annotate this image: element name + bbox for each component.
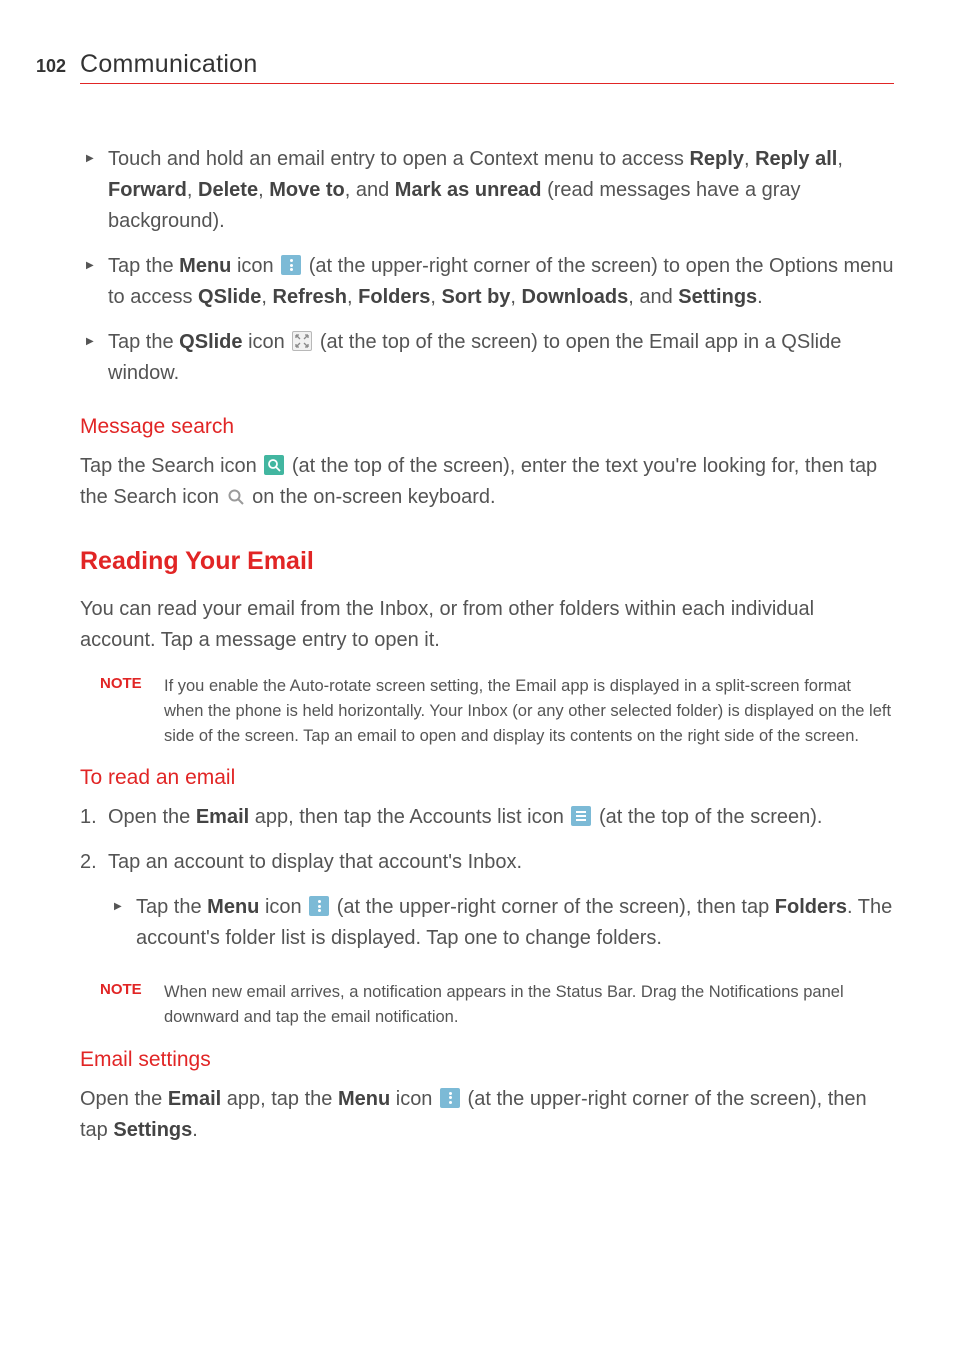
note-block: NOTE If you enable the Auto-rotate scree… xyxy=(100,674,894,748)
text: Tap an account to display that account's… xyxy=(108,851,522,873)
paragraph: Open the Email app, tap the Menu icon (a… xyxy=(80,1084,894,1146)
text: . xyxy=(757,286,763,308)
text: icon xyxy=(231,255,279,277)
bullet-item: Touch and hold an email entry to open a … xyxy=(80,144,894,237)
text: icon xyxy=(243,331,291,353)
steps-list: Open the Email app, then tap the Account… xyxy=(80,802,894,954)
text: , xyxy=(187,179,198,201)
text: . xyxy=(192,1119,198,1141)
page-number: 102 xyxy=(36,56,80,77)
bold: QSlide xyxy=(179,331,242,353)
paragraph: You can read your email from the Inbox, … xyxy=(80,594,894,656)
text: Touch and hold an email entry to open a … xyxy=(108,148,689,170)
bold: Reply all xyxy=(755,148,837,170)
text: , xyxy=(261,286,272,308)
bold: Folders xyxy=(775,896,847,918)
text: (at the upper-right corner of the screen… xyxy=(331,896,775,918)
text: Tap the Search icon xyxy=(80,455,262,477)
text: app, then tap the Accounts list icon xyxy=(249,806,569,828)
search-icon xyxy=(264,455,284,475)
text: icon xyxy=(390,1088,438,1110)
bullet-item: Tap the Menu icon (at the upper-right co… xyxy=(80,251,894,313)
bold: Forward xyxy=(108,179,187,201)
chapter-title: Communication xyxy=(80,50,258,79)
bullet-item: Tap the QSlide icon (at the top of the s… xyxy=(80,327,894,389)
sub-bullet-list: Tap the Menu icon (at the upper-right co… xyxy=(108,892,894,954)
menu-icon xyxy=(309,896,329,916)
bold: Sort by xyxy=(442,286,511,308)
text: , xyxy=(744,148,755,170)
text: , and xyxy=(628,286,678,308)
bold: Menu xyxy=(338,1088,390,1110)
bold: Downloads xyxy=(522,286,629,308)
heading-reading-your-email: Reading Your Email xyxy=(80,547,894,576)
bold: Refresh xyxy=(273,286,347,308)
bullet-item: Tap the Menu icon (at the upper-right co… xyxy=(108,892,894,954)
page-header: 102 Communication xyxy=(80,50,894,84)
text: on the on-screen keyboard. xyxy=(247,486,496,508)
text: , and xyxy=(345,179,395,201)
bold: Mark as unread xyxy=(395,179,542,201)
note-label: NOTE xyxy=(100,674,164,748)
bold: Email xyxy=(196,806,249,828)
bold: Reply xyxy=(689,148,743,170)
text: Open the xyxy=(80,1088,168,1110)
intro-bullet-list: Touch and hold an email entry to open a … xyxy=(80,144,894,389)
note-block: NOTE When new email arrives, a notificat… xyxy=(100,980,894,1030)
bold: Move to xyxy=(269,179,345,201)
text: , xyxy=(837,148,843,170)
bold: Menu xyxy=(179,255,231,277)
bold: Email xyxy=(168,1088,221,1110)
text: icon xyxy=(259,896,307,918)
bold: Delete xyxy=(198,179,258,201)
step-item: Open the Email app, then tap the Account… xyxy=(80,802,894,833)
qslide-icon xyxy=(292,331,312,351)
bold: Settings xyxy=(678,286,757,308)
search-icon xyxy=(227,488,245,506)
text: , xyxy=(510,286,521,308)
text: Tap the xyxy=(108,255,179,277)
note-label: NOTE xyxy=(100,980,164,1030)
text: , xyxy=(258,179,269,201)
text: app, tap the xyxy=(221,1088,338,1110)
accounts-list-icon xyxy=(571,806,591,826)
text: , xyxy=(347,286,358,308)
text: (at the top of the screen). xyxy=(593,806,822,828)
menu-icon xyxy=(281,255,301,275)
menu-icon xyxy=(440,1088,460,1108)
note-body: When new email arrives, a notification a… xyxy=(164,980,894,1030)
text: Tap the xyxy=(136,896,207,918)
step-item: Tap an account to display that account's… xyxy=(80,847,894,954)
paragraph: Tap the Search icon (at the top of the s… xyxy=(80,451,894,513)
bold: Folders xyxy=(358,286,430,308)
bold: QSlide xyxy=(198,286,261,308)
heading-to-read-an-email: To read an email xyxy=(80,766,894,790)
note-body: If you enable the Auto-rotate screen set… xyxy=(164,674,894,748)
heading-email-settings: Email settings xyxy=(80,1048,894,1072)
text: Open the xyxy=(108,806,196,828)
text: Tap the xyxy=(108,331,179,353)
text: , xyxy=(430,286,441,308)
heading-message-search: Message search xyxy=(80,415,894,439)
bold: Settings xyxy=(113,1119,192,1141)
bold: Menu xyxy=(207,896,259,918)
